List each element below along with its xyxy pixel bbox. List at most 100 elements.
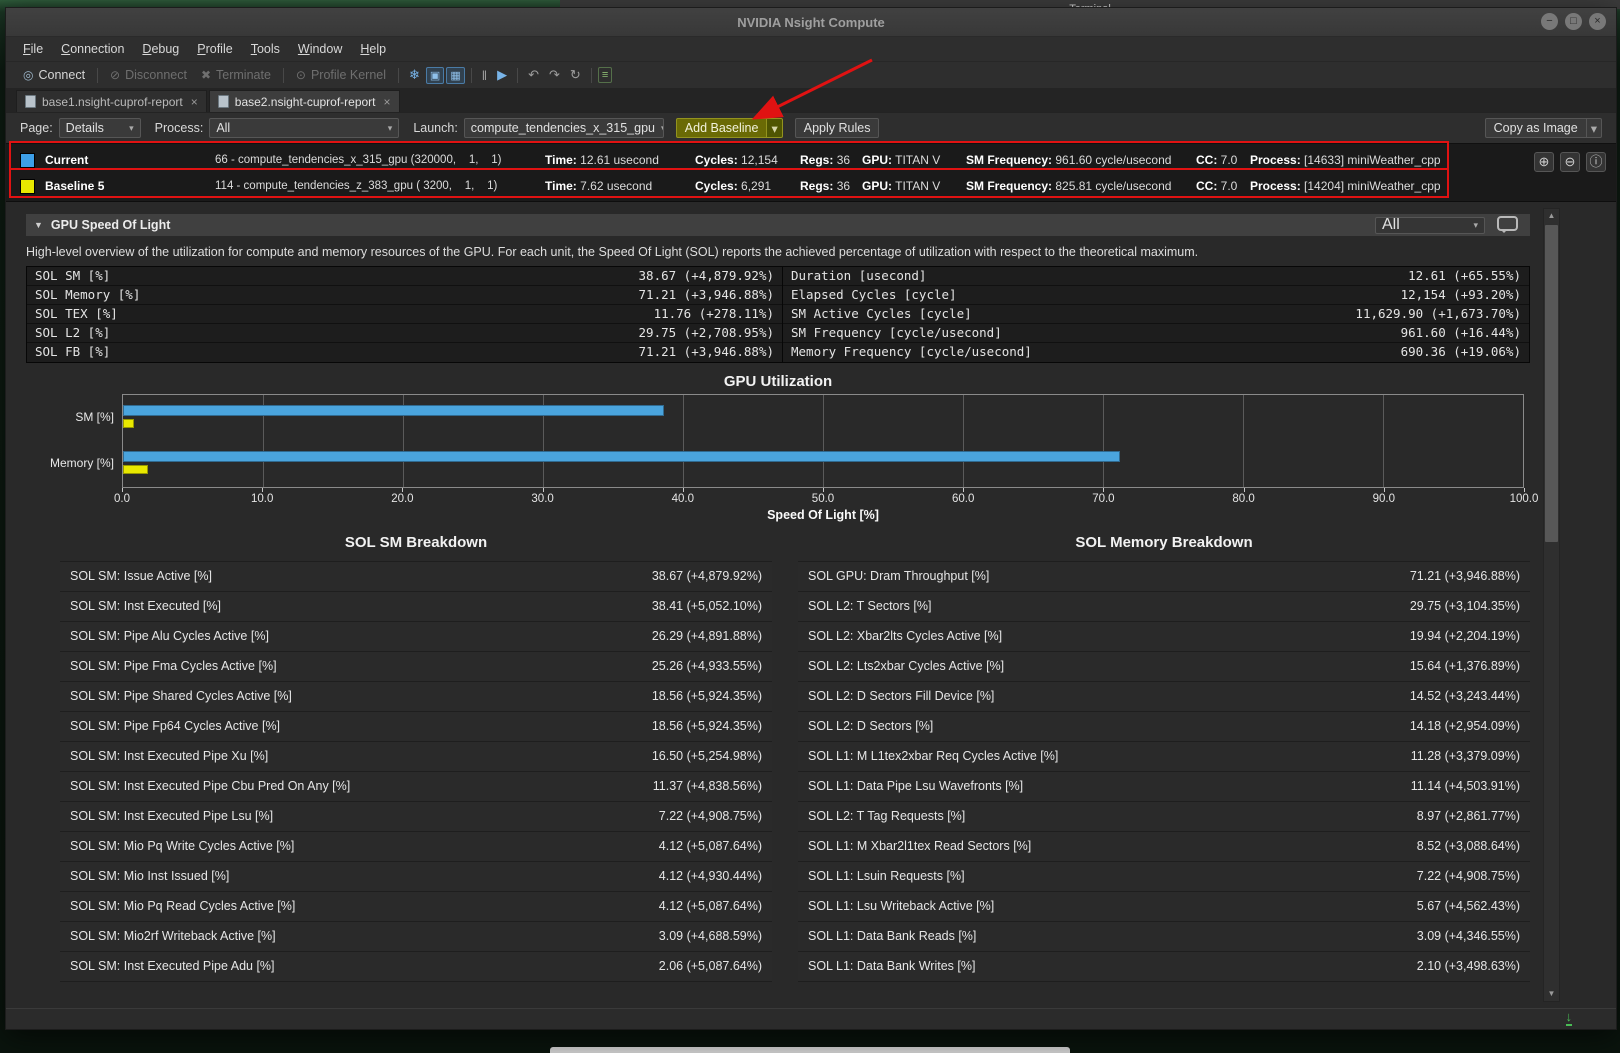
rules-icon[interactable]: ≡: [598, 67, 612, 83]
zoom-out-icon[interactable]: ⊖: [1560, 152, 1580, 172]
metric-label: SOL L2 [%]: [35, 324, 639, 342]
disconnect-button[interactable]: ⊘ Disconnect: [103, 66, 194, 84]
metric-label: SOL TEX [%]: [35, 305, 654, 323]
tab-report-2[interactable]: base2.nsight-cuprof-report×: [209, 90, 400, 112]
breakdown-row: SOL SM: Mio Pq Read Cycles Active [%]4.1…: [60, 892, 772, 922]
breakdown-label: SOL SM: Inst Executed Pipe Adu [%]: [70, 952, 659, 981]
page-dropdown[interactable]: Details ▾: [59, 118, 141, 138]
tab-report-1[interactable]: base1.nsight-cuprof-report×: [16, 90, 207, 112]
breakdown-label: SOL L1: Data Pipe Lsu Wavefronts [%]: [808, 772, 1411, 801]
menu-profile[interactable]: Profile: [188, 39, 241, 59]
terminate-button[interactable]: ✖ Terminate: [194, 66, 278, 84]
download-icon[interactable]: ↓: [1566, 1010, 1573, 1026]
breakdown-value: 4.12 (+5,087.64%): [659, 892, 762, 921]
breakdown-label: SOL L2: T Sectors [%]: [808, 592, 1410, 621]
process-dropdown-value: All: [216, 121, 230, 135]
metric-row: SOL SM [%]38.67 (+4,879.92%): [27, 267, 782, 286]
scrollbar-thumb[interactable]: [1545, 225, 1558, 542]
toolbar-separator: [398, 68, 399, 83]
menu-debug[interactable]: Debug: [133, 39, 188, 59]
chart-plot-area: [122, 394, 1524, 488]
metric-label: SOL Memory [%]: [35, 286, 639, 304]
sol-metrics-table-left: SOL SM [%]38.67 (+4,879.92%)SOL Memory […: [27, 267, 783, 362]
breakdown-value: 18.56 (+5,924.35%): [652, 712, 762, 741]
chart-bar-current: [123, 451, 1120, 462]
breakdown-label: SOL L2: Xbar2lts Cycles Active [%]: [808, 622, 1410, 651]
process-dropdown[interactable]: All ▾: [209, 118, 399, 138]
sm-breakdown-table: SOL SM: Issue Active [%]38.67 (+4,879.92…: [60, 561, 772, 982]
comment-icon[interactable]: [1497, 216, 1518, 231]
breakdown-value: 3.09 (+4,688.59%): [659, 922, 762, 951]
close-tab-icon[interactable]: ×: [191, 95, 198, 109]
baseline-row[interactable]: Current66 - compute_tendencies_x_315_gpu…: [20, 147, 1616, 173]
add-baseline-button[interactable]: Add Baseline: [676, 118, 768, 138]
menu-tools[interactable]: Tools: [242, 39, 289, 59]
breakdown-row: SOL SM: Pipe Fma Cycles Active [%]25.26 …: [60, 652, 772, 682]
menu-help[interactable]: Help: [351, 39, 395, 59]
titlebar[interactable]: NVIDIA Nsight Compute − □ ×: [6, 8, 1616, 37]
breakdown-titles: SOL SM Breakdown SOL Memory Breakdown: [26, 534, 1530, 551]
pause-icon[interactable]: ‖: [478, 67, 491, 84]
metric-value: 38.67 (+4,879.92%): [639, 267, 774, 285]
breakdown-value: 3.09 (+4,346.55%): [1417, 922, 1520, 951]
apply-rules-button[interactable]: Apply Rules: [795, 118, 880, 138]
breakdown-label: SOL L1: Lsu Writeback Active [%]: [808, 892, 1417, 921]
breakdown-value: 14.52 (+3,243.44%): [1410, 682, 1520, 711]
breakdown-row: SOL SM: Pipe Shared Cycles Active [%]18.…: [60, 682, 772, 712]
section-filter-dropdown[interactable]: All ▾: [1375, 217, 1485, 234]
breakdown-value: 38.67 (+4,879.92%): [652, 562, 762, 591]
menu-file[interactable]: File: [14, 39, 52, 59]
breakdown-row: SOL L2: D Sectors Fill Device [%]14.52 (…: [798, 682, 1530, 712]
refresh-icon[interactable]: ↻: [566, 66, 585, 84]
axis-tick-label: 10.0: [251, 493, 273, 505]
axis-tick: [122, 488, 123, 492]
breakdown-label: SOL L2: Lts2xbar Cycles Active [%]: [808, 652, 1410, 681]
metric-row: SM Active Cycles [cycle]11,629.90 (+1,67…: [783, 305, 1529, 324]
document-tabbar: base1.nsight-cuprof-report×base2.nsight-…: [6, 88, 1616, 112]
profiler-icon[interactable]: ▦: [446, 67, 464, 84]
chart-band: [123, 441, 1523, 487]
breakdown-label: SOL SM: Pipe Shared Cycles Active [%]: [70, 682, 652, 711]
info-icon[interactable]: ⓘ: [1586, 152, 1606, 172]
zoom-in-icon[interactable]: ⊕: [1534, 152, 1554, 172]
api-stream-icon[interactable]: ▣: [426, 67, 444, 84]
maximize-button-icon[interactable]: □: [1565, 13, 1582, 30]
gpu-sol-section-header[interactable]: ▼ GPU Speed Of Light All ▾: [26, 214, 1530, 236]
vertical-scrollbar[interactable]: ▲ ▼: [1543, 208, 1560, 1002]
baseline-row[interactable]: Baseline 5114 - compute_tendencies_z_383…: [20, 173, 1616, 199]
baseline-tools: ⊕ ⊖ ⓘ: [1534, 152, 1606, 172]
minimize-button-icon[interactable]: −: [1541, 13, 1558, 30]
resume-icon[interactable]: ▶: [493, 66, 511, 84]
metric-label: SM Frequency [cycle/usecond]: [791, 324, 1401, 342]
breakdown-value: 2.06 (+5,087.64%): [659, 952, 762, 981]
close-tab-icon[interactable]: ×: [384, 95, 391, 109]
scroll-up-icon[interactable]: ▲: [1544, 209, 1559, 223]
breakdown-value: 29.75 (+3,104.35%): [1410, 592, 1520, 621]
redo-icon[interactable]: ↷: [545, 66, 564, 84]
section-description: High-level overview of the utilization f…: [26, 245, 1530, 259]
menu-window[interactable]: Window: [289, 39, 351, 59]
profile-kernel-button[interactable]: ⊙ Profile Kernel: [289, 66, 393, 84]
baseline-stat: SM Frequency: 825.81 cycle/usecond: [966, 179, 1196, 193]
baseline-stat-value: 7.0: [1221, 153, 1238, 167]
toolbar-separator: [591, 68, 592, 83]
breakdown-value: 26.29 (+4,891.88%): [652, 622, 762, 651]
launch-dropdown[interactable]: compute_tendencies_x_315_gpu ▾: [464, 118, 664, 138]
scroll-down-icon[interactable]: ▼: [1544, 987, 1559, 1001]
baseline-stat-label: Time:: [545, 179, 577, 193]
breakdown-tables: SOL SM: Issue Active [%]38.67 (+4,879.92…: [26, 561, 1530, 982]
add-baseline-dropdown-icon[interactable]: ▾: [767, 118, 782, 138]
copy-as-image-button[interactable]: Copy as Image: [1485, 118, 1587, 138]
toolbar-separator: [97, 68, 98, 83]
undo-icon[interactable]: ↶: [524, 66, 543, 84]
breakdown-row: SOL L2: D Sectors [%]14.18 (+2,954.09%): [798, 712, 1530, 742]
close-button-icon[interactable]: ×: [1589, 13, 1606, 30]
connect-button[interactable]: ◎ Connect: [16, 66, 92, 84]
freeze-api-icon[interactable]: ❄: [405, 66, 424, 84]
axis-tick: [262, 488, 263, 492]
baseline-color-swatch[interactable]: [20, 179, 35, 194]
menu-connection[interactable]: Connection: [52, 39, 133, 59]
copy-as-image-dropdown-icon[interactable]: ▾: [1587, 118, 1602, 138]
baseline-color-swatch[interactable]: [20, 153, 35, 168]
axis-tick-label: 50.0: [812, 493, 834, 505]
